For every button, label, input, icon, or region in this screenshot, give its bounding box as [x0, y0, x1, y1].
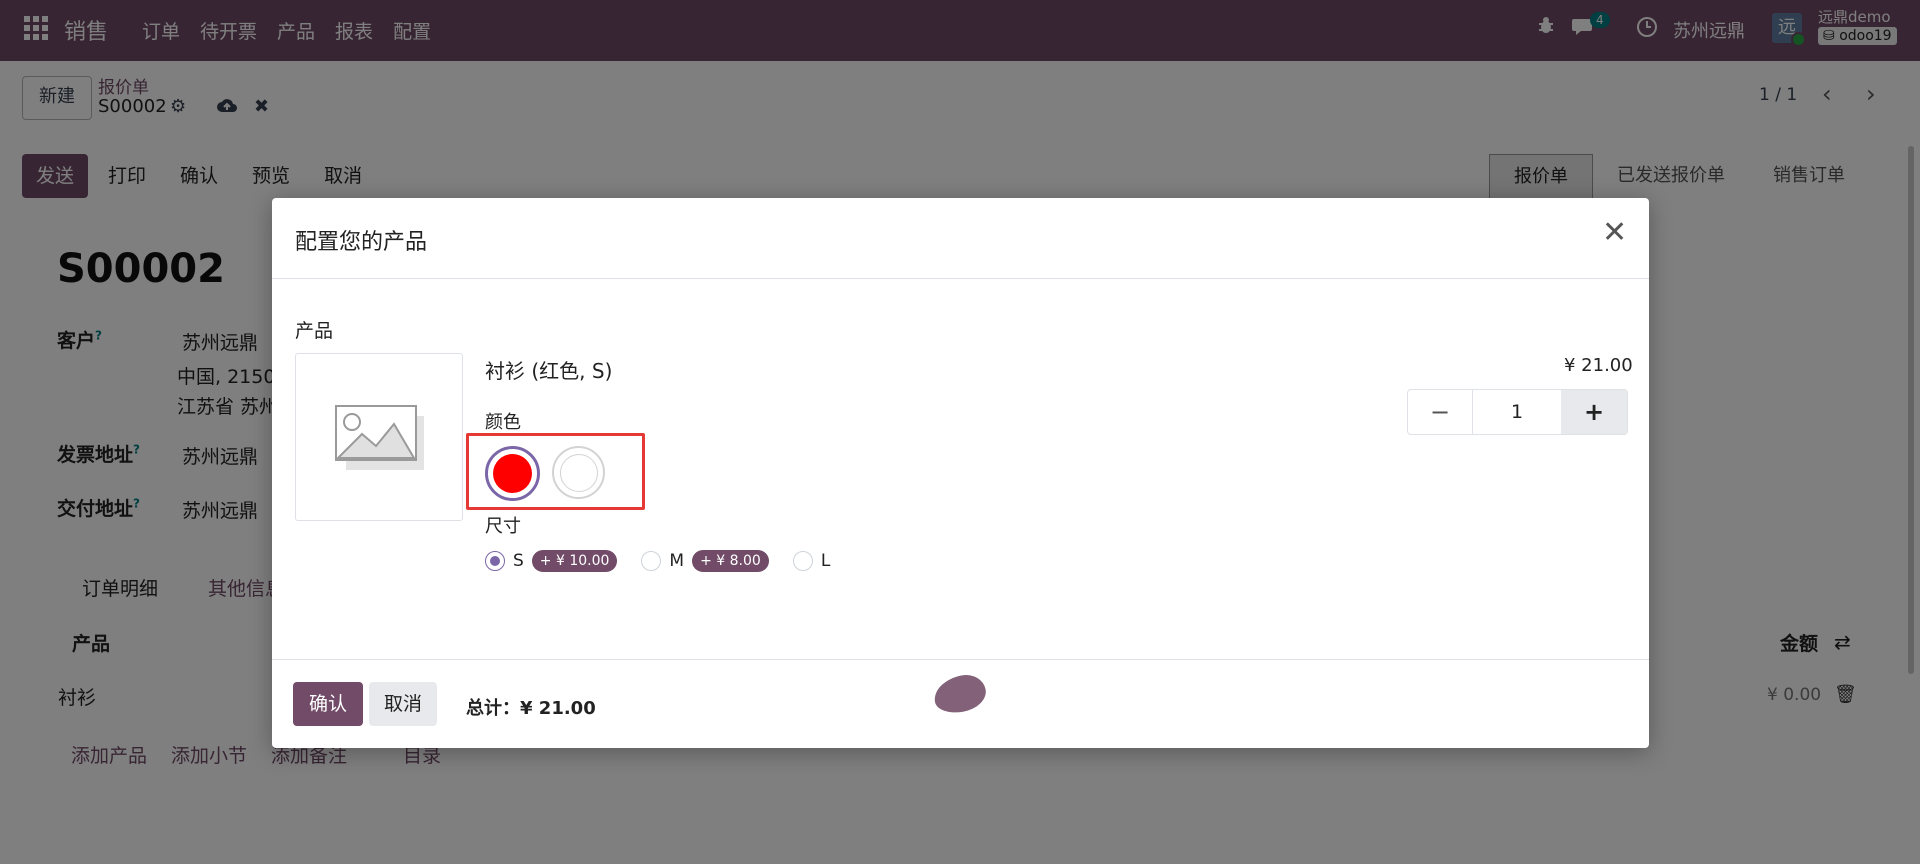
dialog-footer-divider: [272, 659, 1649, 660]
size-s-radio[interactable]: [485, 551, 505, 571]
close-icon[interactable]: ✕: [1602, 218, 1627, 248]
product-section-label: 产品: [295, 320, 334, 342]
dialog-header-divider: [272, 278, 1649, 279]
size-option-m[interactable]: M + ¥ 8.00: [641, 550, 792, 572]
size-option-s[interactable]: S + ¥ 10.00: [485, 550, 641, 572]
size-s-extra-price-badge: + ¥ 10.00: [531, 550, 618, 572]
size-l-label: L: [820, 551, 831, 571]
cancel-button[interactable]: 取消: [369, 682, 437, 726]
dialog-title: 配置您的产品: [295, 230, 428, 255]
decrease-quantity-button[interactable]: −: [1408, 390, 1473, 434]
size-s-label: S: [513, 551, 524, 571]
quantity-input[interactable]: 1: [1473, 390, 1561, 434]
size-m-extra-price-badge: + ¥ 8.00: [692, 550, 769, 572]
total-amount: 总计：¥ 21.00: [466, 698, 596, 719]
size-options: S + ¥ 10.00 M + ¥ 8.00 L: [485, 550, 830, 572]
size-l-radio[interactable]: [792, 551, 813, 571]
size-m-label: M: [669, 551, 685, 571]
size-option-l[interactable]: L: [792, 551, 831, 571]
configure-product-dialog: 配置您的产品 ✕ 产品 衬衫 (红色, S) ¥ 21.00 − 1 + 颜色 …: [272, 198, 1649, 748]
annotation-highlight-box: [466, 433, 645, 510]
size-m-radio[interactable]: [641, 551, 662, 571]
confirm-button[interactable]: 确认: [293, 682, 363, 726]
increase-quantity-button[interactable]: +: [1561, 390, 1627, 434]
size-attribute-label: 尺寸: [485, 516, 521, 537]
quantity-stepper: − 1 +: [1407, 389, 1628, 435]
product-image-placeholder: [295, 353, 463, 521]
color-attribute-label: 颜色: [485, 412, 521, 433]
product-name: 衬衫 (红色, S): [485, 359, 613, 383]
product-price: ¥ 21.00: [1564, 355, 1633, 376]
image-placeholder-icon: [335, 405, 424, 470]
